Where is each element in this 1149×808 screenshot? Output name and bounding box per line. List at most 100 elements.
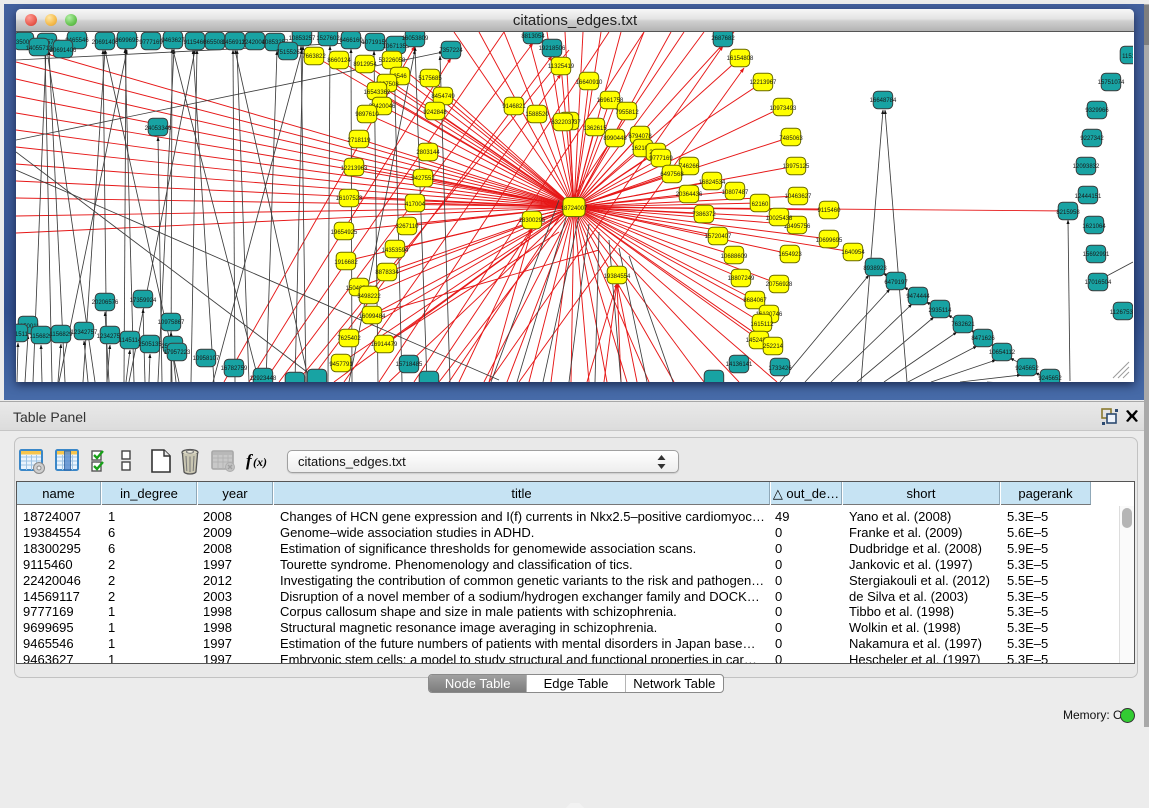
- svg-text:1588520: 1588520: [525, 112, 549, 118]
- svg-text:1916682: 1916682: [334, 260, 358, 266]
- svg-text:8813054: 8813054: [521, 34, 545, 40]
- svg-text:1654923: 1654923: [778, 252, 802, 258]
- svg-text:9245652: 9245652: [1015, 366, 1039, 372]
- svg-text:1615112: 1615112: [751, 322, 775, 328]
- svg-text:9427552: 9427552: [411, 176, 435, 182]
- svg-text:10807487: 10807487: [722, 190, 749, 196]
- svg-text:9242848: 9242848: [423, 110, 447, 116]
- svg-text:2718119: 2718119: [348, 138, 372, 144]
- svg-text:10699695: 10699695: [816, 238, 843, 244]
- svg-text:10853257: 10853257: [289, 36, 316, 42]
- svg-text:11511: 11511: [1122, 54, 1133, 60]
- svg-text:15751074: 15751074: [1098, 80, 1125, 86]
- svg-text:7955812: 7955812: [615, 110, 639, 116]
- svg-text:19654925: 19654925: [331, 230, 358, 236]
- svg-text:10463627: 10463627: [785, 194, 812, 200]
- svg-text:18300295: 18300295: [519, 218, 546, 224]
- svg-text:1156829: 1156829: [50, 332, 74, 338]
- svg-text:9474444: 9474444: [906, 294, 930, 300]
- svg-text:391511: 391511: [16, 332, 28, 338]
- svg-text:9245652: 9245652: [1038, 376, 1062, 382]
- svg-text:16107523: 16107523: [336, 196, 363, 202]
- svg-text:7632621: 7632621: [951, 322, 975, 328]
- svg-text:9227342: 9227342: [1080, 136, 1104, 142]
- svg-text:1527602: 1527602: [316, 36, 340, 42]
- svg-text:12342757: 12342757: [71, 330, 98, 336]
- svg-text:6322037: 6322037: [551, 120, 575, 126]
- svg-text:9699695: 9699695: [115, 38, 139, 44]
- svg-text:18724007: 18724007: [561, 206, 588, 212]
- svg-text:1640954: 1640954: [841, 250, 865, 256]
- svg-text:15692991: 15692991: [1083, 252, 1110, 258]
- svg-text:16824534: 16824534: [699, 180, 726, 186]
- svg-text:53226058: 53226058: [379, 58, 406, 64]
- svg-text:20206576: 20206576: [92, 300, 119, 306]
- svg-text:12923448: 12923448: [250, 376, 277, 382]
- svg-text:17016504: 17016504: [1085, 280, 1112, 286]
- svg-text:10975867: 10975867: [158, 320, 185, 326]
- svg-text:417004: 417004: [405, 202, 426, 208]
- svg-text:10688609: 10688609: [721, 254, 748, 260]
- svg-text:1621064: 1621064: [1082, 224, 1106, 230]
- svg-text:8454749: 8454749: [431, 94, 455, 100]
- svg-text:8660124: 8660124: [327, 58, 351, 64]
- svg-text:8878334: 8878334: [375, 270, 399, 276]
- svg-text:9463627: 9463627: [161, 38, 185, 44]
- svg-text:13495756: 13495756: [784, 224, 811, 230]
- svg-text:8684067: 8684067: [743, 298, 767, 304]
- svg-text:252214: 252214: [763, 344, 784, 350]
- svg-text:13975125: 13975125: [783, 164, 810, 170]
- svg-text:7485063: 7485063: [779, 136, 803, 142]
- svg-text:10958107: 10958107: [193, 356, 220, 362]
- svg-text:2687682: 2687682: [711, 36, 735, 42]
- svg-text:9457791: 9457791: [329, 362, 353, 368]
- svg-text:10654112: 10654112: [989, 350, 1016, 356]
- svg-text:20364436: 20364436: [676, 192, 703, 198]
- svg-text:16782759: 16782759: [221, 366, 248, 372]
- svg-text:2803144: 2803144: [416, 150, 440, 156]
- svg-text:17359924: 17359924: [130, 298, 157, 304]
- svg-text:3498222: 3498222: [357, 294, 381, 300]
- svg-text:18807249: 18807249: [728, 276, 755, 282]
- svg-text:16154808: 16154808: [727, 56, 754, 62]
- svg-text:1362615: 1362615: [583, 126, 607, 132]
- svg-text:8912954: 8912954: [353, 62, 377, 68]
- svg-text:16648784: 16648784: [870, 98, 897, 104]
- svg-text:12444151: 12444151: [1075, 194, 1102, 200]
- svg-text:14353594: 14353594: [382, 248, 409, 254]
- svg-text:12213963: 12213963: [341, 166, 368, 172]
- svg-text:12093832: 12093832: [1073, 164, 1100, 170]
- svg-text:15720407: 15720407: [705, 234, 732, 240]
- svg-text:24053346: 24053346: [145, 126, 172, 132]
- svg-text:7357224: 7357224: [439, 48, 463, 54]
- svg-text:10025438: 10025438: [766, 216, 793, 222]
- svg-text:9897610: 9897610: [355, 112, 379, 118]
- svg-text:5175685: 5175685: [418, 76, 442, 82]
- svg-text:2505135: 2505135: [138, 342, 162, 348]
- svg-text:16099484: 16099484: [359, 314, 386, 320]
- svg-text:3267110: 3267110: [396, 224, 420, 230]
- svg-text:17957223: 17957223: [164, 350, 191, 356]
- svg-text:62160: 62160: [752, 202, 769, 208]
- svg-text:11325419: 11325419: [548, 64, 575, 70]
- svg-text:9146821: 9146821: [502, 104, 526, 110]
- svg-text:16914479: 16914479: [371, 342, 398, 348]
- svg-text:20691406: 20691406: [50, 48, 77, 54]
- svg-text:9777169: 9777169: [649, 156, 673, 162]
- svg-text:8938923: 8938923: [863, 266, 887, 272]
- svg-text:16640910: 16640910: [576, 80, 603, 86]
- svg-text:19384554: 19384554: [604, 274, 631, 280]
- svg-text:16053809: 16053809: [402, 36, 429, 42]
- svg-text:6479197: 6479197: [884, 280, 908, 286]
- svg-text:10973493: 10973493: [770, 106, 797, 112]
- svg-text:1733426: 1733426: [768, 366, 792, 372]
- svg-text:7386372: 7386372: [692, 212, 716, 218]
- svg-text:12213967: 12213967: [750, 80, 777, 86]
- svg-text:8215958: 8215958: [1056, 210, 1080, 216]
- svg-text:9777169: 9777169: [139, 40, 163, 46]
- svg-text:9329966: 9329966: [1085, 108, 1109, 114]
- svg-text:6497568: 6497568: [660, 172, 684, 178]
- svg-text:7625402: 7625402: [337, 336, 361, 342]
- svg-text:8990448: 8990448: [603, 136, 627, 142]
- svg-text:(x): (x): [253, 455, 267, 469]
